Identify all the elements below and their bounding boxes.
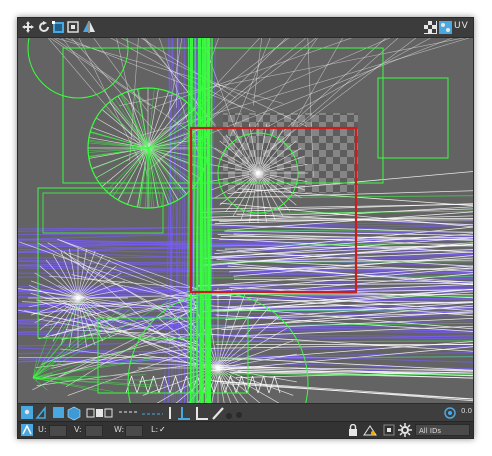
loop-select-icon[interactable] [119, 411, 163, 415]
uv-mesh-canvas[interactable] [18, 38, 473, 403]
lock-icon[interactable] [348, 424, 358, 436]
l-checkbox[interactable]: ✓ [159, 425, 166, 434]
u-label: U: [38, 425, 47, 434]
u-input[interactable] [49, 425, 67, 437]
rotate-icon[interactable] [37, 20, 51, 34]
brush-icon[interactable] [212, 407, 224, 420]
ids-select[interactable]: All IDs [415, 424, 470, 436]
pivot-icon[interactable] [383, 424, 395, 436]
display-options-icon[interactable] [444, 407, 456, 419]
top-toolbar: UV [18, 18, 473, 38]
gear-icon[interactable] [398, 423, 412, 437]
vertex-mode-icon[interactable] [21, 406, 33, 419]
zoom-readout: 0.0 [461, 407, 473, 415]
scale-icon[interactable] [66, 20, 80, 34]
checker-map-icon[interactable] [423, 20, 437, 34]
select-by-icon[interactable] [86, 408, 113, 418]
v-input[interactable] [85, 425, 103, 437]
w-input[interactable] [125, 425, 143, 437]
settings-dropdown-icon[interactable] [226, 412, 242, 419]
uv-editor-window: UV 0.0 U: V: W: L: ✓ All IDs [17, 17, 474, 439]
move-arrows-icon[interactable] [21, 20, 35, 34]
face-mode-icon[interactable] [53, 407, 64, 418]
edge-mode-icon[interactable] [35, 405, 46, 419]
texture-pattern-icon[interactable] [438, 20, 452, 34]
l-label: L: [151, 425, 159, 434]
v-label: V: [74, 425, 82, 434]
w-label: W: [114, 425, 125, 434]
uv-viewport[interactable] [18, 38, 473, 403]
relax-icon[interactable] [196, 407, 208, 420]
bottom-toolbar: 0.0 [18, 403, 473, 422]
freeform-icon[interactable] [51, 20, 65, 34]
element-mode-icon[interactable] [67, 406, 81, 421]
uv-mode-label[interactable]: UV [454, 21, 469, 31]
mirror-icon[interactable] [82, 20, 96, 34]
absolute-mode-icon[interactable] [20, 423, 34, 437]
status-bar: U: V: W: L: ✓ All IDs [18, 421, 473, 438]
straighten-icon[interactable] [178, 407, 190, 420]
snap-icon[interactable] [363, 424, 377, 436]
mesh-edges [18, 38, 473, 403]
